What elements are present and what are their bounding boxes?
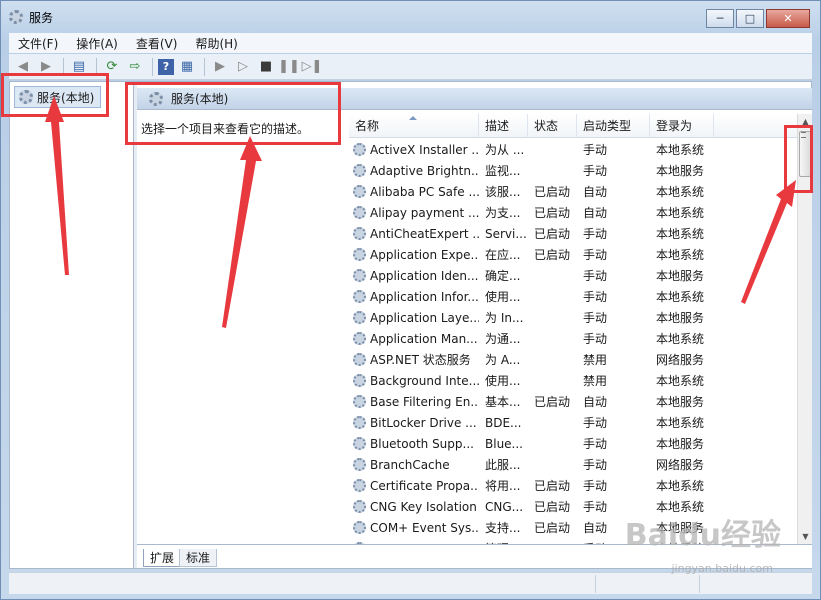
baidu-watermark-url: jingyan.baidu.com xyxy=(671,562,773,575)
arrow-scrollbar-icon xyxy=(741,180,796,304)
annotation-arrow-icons xyxy=(45,96,796,328)
baidu-watermark-logo: Baidu经验 xyxy=(624,518,781,553)
arrow-tree-icon xyxy=(45,96,69,275)
arrow-description-icon xyxy=(222,136,262,328)
